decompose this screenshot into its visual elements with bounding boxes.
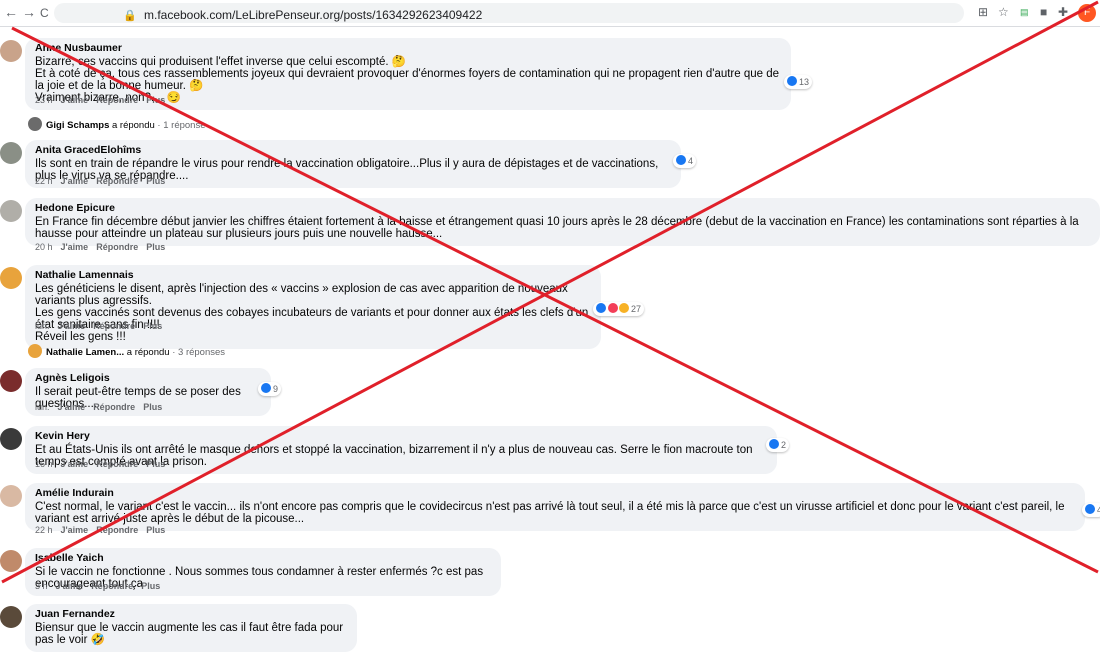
reply-button[interactable]: Répondre [96,176,138,186]
avatar[interactable] [0,428,22,450]
replies-link[interactable]: Nathalie Lamen... a répondu · 3 réponses [28,344,225,358]
extension-square-icon[interactable]: ■ [1040,5,1047,19]
avatar[interactable] [0,40,22,62]
reply-button[interactable]: Répondre [96,242,138,252]
like-button[interactable]: J'aime [58,321,86,331]
replies-link[interactable]: Gigi Schamps a répondu · 1 réponse [28,117,206,131]
comment-author[interactable]: Agnès Leligois [35,372,261,384]
like-button[interactable]: J'aime [61,176,89,186]
like-icon [676,155,686,165]
lock-icon: 🔒 [123,10,137,22]
more-button[interactable]: Plus [143,321,162,331]
avatar[interactable] [0,550,22,572]
avatar[interactable] [0,606,22,628]
comment-text: Les généticiens le disent, après l'injec… [35,283,589,343]
comment-actions: lun. J'aime Répondre Plus [35,321,163,331]
avatar[interactable] [0,142,22,164]
more-button[interactable]: Plus [146,242,165,252]
comment-author[interactable]: Amélie Indurain [35,487,1075,499]
comment-actions: 20 h J'aime Répondre Plus [35,242,166,252]
browser-toolbar: ← → C 🔒 m.facebook.com/LeLibrePenseur.or… [0,0,1100,27]
comment-actions: 16 h J'aime Répondre Plus [35,459,166,469]
comment-bubble: Amélie Indurain C'est normal, le variant… [25,483,1085,531]
more-button[interactable]: Plus [146,95,165,105]
comment-author[interactable]: Hedone Epicure [35,202,1090,214]
reaction-count[interactable]: 2 [766,438,790,452]
comment-actions: 22 h J'aime Répondre Plus [35,525,166,535]
like-button[interactable]: J'aime [61,242,89,252]
reply-button[interactable]: Répondre [93,402,135,412]
comment-text: En France fin décembre début janvier les… [35,216,1079,240]
like-icon [787,76,797,86]
reaction-count[interactable]: 9 [258,382,282,396]
avatar[interactable] [0,485,22,507]
like-button[interactable]: J'aime [58,402,86,412]
comment-author[interactable]: Nathalie Lamennais [35,269,591,281]
love-icon [608,303,618,313]
reply-avatar [28,117,42,131]
comment-actions: 22 h J'aime Répondre Plus [35,176,166,186]
translate-icon[interactable]: ⊞ [978,5,988,19]
like-icon [261,383,271,393]
like-button[interactable]: J'aime [61,459,89,469]
more-button[interactable]: Plus [143,402,162,412]
like-icon [769,439,779,449]
like-button[interactable]: J'aime [56,581,84,591]
comment-text: Biensur que le vaccin augmente les cas i… [35,622,344,646]
more-button[interactable]: Plus [146,525,165,535]
comment-author[interactable]: Isabelle Yaich [35,552,491,564]
comment-bubble: Hedone Epicure En France fin décembre dé… [25,198,1100,246]
more-button[interactable]: Plus [146,459,165,469]
back-icon[interactable]: ← [4,4,18,20]
address-bar[interactable]: 🔒 m.facebook.com/LeLibrePenseur.org/post… [54,3,964,23]
bookmark-star-icon[interactable]: ☆ [998,5,1009,19]
reply-button[interactable]: Répondre [96,525,138,535]
reaction-count[interactable]: 13 [784,75,813,89]
comment-author[interactable]: Anita GracedElohîms [35,144,671,156]
comment-author[interactable]: Juan Fernandez [35,608,347,620]
reaction-count[interactable]: 4 [673,154,697,168]
profile-avatar[interactable]: F [1078,4,1096,22]
comment-author[interactable]: Anne Nusbaumer [35,42,781,54]
comment-actions: 23 h J'aime Répondre Plus [35,95,166,105]
reply-button[interactable]: Répondre [96,95,138,105]
avatar[interactable] [0,267,22,289]
more-button[interactable]: Plus [146,176,165,186]
avatar[interactable] [0,200,22,222]
reply-button[interactable]: Répondre [91,581,133,591]
reaction-count[interactable]: 4 [1082,503,1100,517]
haha-icon [619,303,629,313]
reaction-count[interactable]: 27 [593,302,645,316]
like-button[interactable]: J'aime [61,95,89,105]
extension-icon[interactable]: ▤ [1020,7,1029,18]
reply-avatar [28,344,42,358]
like-icon [1085,504,1095,514]
comment-actions: lun. J'aime Répondre Plus [35,402,163,412]
url-text[interactable]: m.facebook.com/LeLibrePenseur.org/posts/… [144,8,482,22]
avatar[interactable] [0,370,22,392]
reload-icon[interactable]: C [40,6,49,20]
comment-author[interactable]: Kevin Hery [35,430,767,442]
comment-bubble: Juan Fernandez Biensur que le vaccin aug… [25,604,357,652]
like-icon [596,303,606,313]
forward-icon[interactable]: → [22,4,36,20]
reply-button[interactable]: Répondre [96,459,138,469]
comment-bubble: Nathalie Lamennais Les généticiens le di… [25,265,601,349]
comment-text: C'est normal, le variant c'est le vaccin… [35,501,1065,525]
comment-actions: 3 h J'aime Répondre Plus [35,581,161,591]
like-button[interactable]: J'aime [61,525,89,535]
reply-button[interactable]: Répondre [93,321,135,331]
more-button[interactable]: Plus [141,581,160,591]
puzzle-icon[interactable]: ✚ [1058,5,1068,19]
